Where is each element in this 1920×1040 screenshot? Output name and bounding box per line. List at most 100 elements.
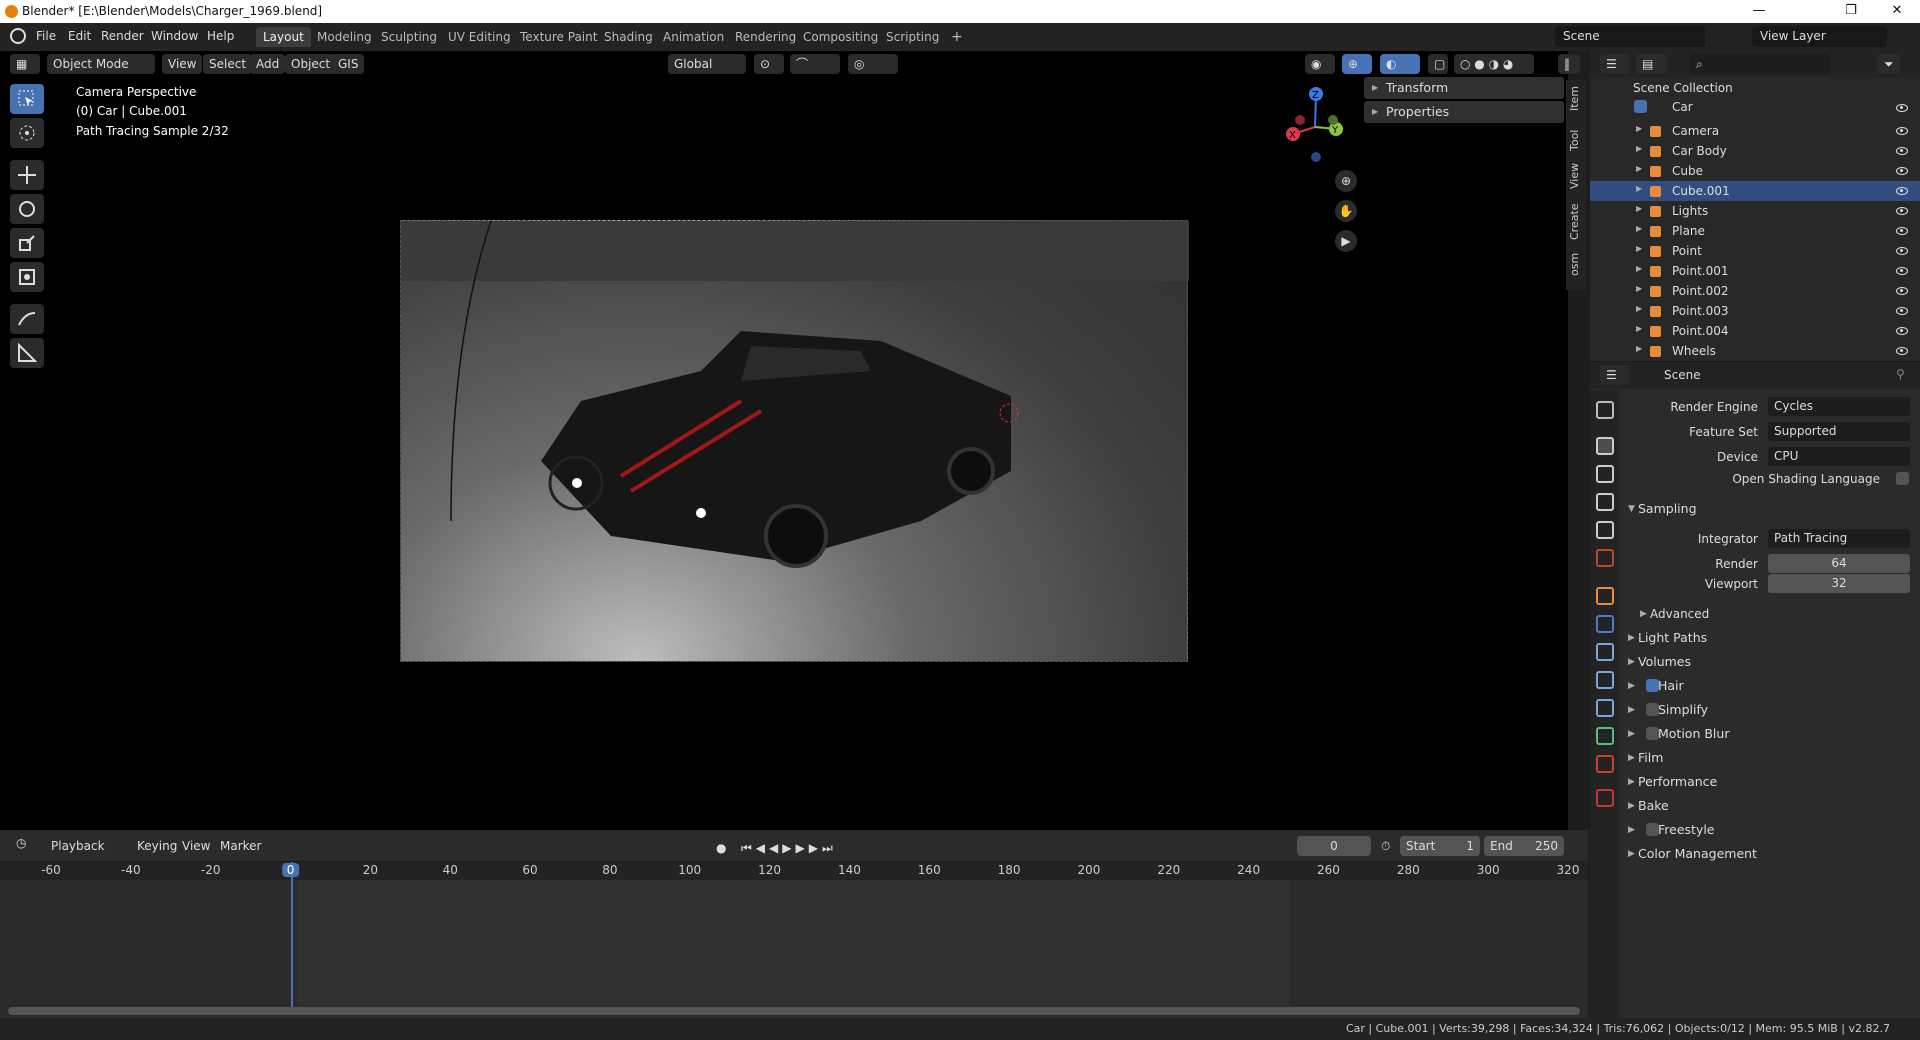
visibility-eye-icon[interactable] — [1896, 327, 1908, 335]
viewport-menu-object[interactable]: Object — [285, 54, 337, 74]
view-layer-tab-icon[interactable] — [1596, 493, 1614, 511]
expand-arrow-icon[interactable]: ▶ — [1636, 124, 1642, 133]
expand-arrow-icon[interactable]: ▶ — [1636, 204, 1642, 213]
expand-arrow-icon[interactable]: ▶ — [1636, 284, 1642, 293]
filter-icon[interactable]: ⏷ — [1878, 54, 1900, 74]
section-enable-checkbox[interactable] — [1646, 679, 1659, 692]
overlay-toggle-button[interactable]: ◐ — [1380, 54, 1420, 74]
osl-checkbox[interactable] — [1896, 472, 1909, 485]
expand-arrow-icon[interactable]: ▶ — [1636, 304, 1642, 313]
expand-arrow-icon[interactable]: ▶ — [1636, 164, 1642, 173]
section-film[interactable]: ▶ Film — [1628, 747, 1916, 769]
playback-controls[interactable]: ⏮◀◀▶▶▶⏭ — [735, 838, 855, 858]
blender-menu-icon[interactable] — [10, 28, 26, 44]
zoom-icon[interactable]: ⊕ — [1335, 170, 1357, 192]
section-light-paths[interactable]: ▶ Light Paths — [1628, 627, 1916, 649]
tab-uv-editing[interactable]: UV Editing — [441, 27, 518, 47]
car-collection-checkbox[interactable] — [1634, 100, 1647, 113]
add-workspace-button[interactable]: + — [944, 27, 970, 47]
visibility-eye-icon[interactable] — [1896, 287, 1908, 295]
expand-arrow-icon[interactable]: ▶ — [1636, 144, 1642, 153]
timeline-menu-marker[interactable]: Marker — [214, 836, 267, 856]
tab-modeling[interactable]: Modeling — [310, 27, 379, 47]
gizmo-toggle-button[interactable]: ⊕ — [1342, 54, 1372, 74]
section-advanced[interactable]: ▶ Advanced — [1640, 603, 1920, 625]
expand-arrow-icon[interactable]: ▶ — [1636, 264, 1642, 273]
sidebar-tab-create[interactable]: Create — [1568, 200, 1586, 244]
timeline-ruler[interactable] — [0, 862, 1588, 880]
viewport-menu-add[interactable]: Add — [250, 54, 286, 74]
world-tab-icon[interactable] — [1596, 549, 1614, 567]
close-button[interactable]: ✕ — [1874, 0, 1920, 23]
material-tab-icon[interactable] — [1596, 755, 1614, 773]
properties-editor-type[interactable]: ☰ — [1600, 365, 1630, 385]
tab-rendering[interactable]: Rendering — [728, 27, 803, 47]
end-frame-field[interactable]: End 250 — [1484, 836, 1564, 856]
visibility-eye-icon[interactable] — [1896, 104, 1908, 112]
tab-animation[interactable]: Animation — [656, 27, 731, 47]
start-frame-field[interactable]: Start 1 — [1400, 836, 1480, 856]
section-performance[interactable]: ▶ Performance — [1628, 771, 1916, 793]
proportional-edit-button[interactable]: ◎ — [848, 54, 898, 74]
xray-button[interactable]: ▢ — [1428, 54, 1448, 74]
transform-orientation-selector[interactable]: Global — [668, 54, 746, 74]
current-frame-field[interactable]: 0 — [1297, 836, 1371, 856]
pin-icon[interactable]: ⚲ — [1896, 367, 1905, 381]
view-layer-selector[interactable]: View Layer — [1752, 26, 1887, 47]
scene-selector[interactable]: Scene — [1555, 26, 1705, 47]
rotate-tool[interactable] — [10, 194, 44, 224]
expand-arrow-icon[interactable]: ▶ — [1636, 224, 1642, 233]
render-tab-icon[interactable] — [1596, 437, 1614, 455]
snap-button[interactable]: ⌒ — [790, 54, 840, 74]
pivot-point-button[interactable]: ⊙ — [754, 54, 784, 74]
pan-hand-icon[interactable]: ✋ — [1335, 200, 1357, 222]
viewport-menu-select[interactable]: Select — [203, 54, 253, 74]
sidebar-tab-item[interactable]: Item — [1568, 82, 1586, 114]
select-box-tool[interactable] — [10, 84, 44, 114]
timeline-scrollbar[interactable] — [8, 1007, 1580, 1015]
cursor-tool[interactable] — [10, 118, 44, 148]
tab-layout[interactable]: Layout — [256, 27, 311, 47]
sidebar-tab-tool[interactable]: Tool — [1568, 124, 1586, 156]
transform-tool[interactable] — [10, 262, 44, 292]
visibility-button[interactable]: ◉ — [1305, 54, 1335, 74]
section-hair[interactable]: ▶ Hair — [1628, 675, 1916, 697]
section-sampling[interactable]: ▼ Sampling — [1628, 498, 1916, 520]
expand-arrow-icon[interactable]: ▶ — [1636, 244, 1642, 253]
sidebar-tab-view[interactable]: View — [1568, 160, 1586, 192]
menu-render[interactable]: Render — [101, 29, 144, 43]
viewport-menu-view[interactable]: View — [162, 54, 203, 74]
visibility-eye-icon[interactable] — [1896, 247, 1908, 255]
section-bake[interactable]: ▶ Bake — [1628, 795, 1916, 817]
auto-keying-button[interactable]: ● — [710, 838, 730, 858]
texture-tab-icon[interactable] — [1596, 789, 1614, 807]
visibility-eye-icon[interactable] — [1896, 347, 1908, 355]
visibility-eye-icon[interactable] — [1896, 187, 1908, 195]
shading-mode-buttons[interactable]: ○ ● ◑ ◕ — [1454, 54, 1534, 74]
section-enable-checkbox[interactable] — [1646, 823, 1659, 836]
editor-type-button[interactable]: ▦ — [10, 54, 40, 74]
viewport-samples-field[interactable]: 32 — [1768, 574, 1910, 593]
menu-edit[interactable]: Edit — [68, 29, 91, 43]
section-color-management[interactable]: ▶ Color Management — [1628, 843, 1916, 865]
expand-arrow-icon[interactable]: ▶ — [1636, 344, 1642, 353]
integrator-select[interactable]: Path Tracing — [1768, 529, 1910, 548]
panel-transform[interactable]: ▶ Transform — [1364, 77, 1564, 99]
scene-collection-label[interactable]: Scene Collection — [1633, 81, 1733, 95]
menu-help[interactable]: Help — [207, 29, 234, 43]
visibility-eye-icon[interactable] — [1896, 207, 1908, 215]
visibility-eye-icon[interactable] — [1896, 307, 1908, 315]
tab-sculpting[interactable]: Sculpting — [374, 27, 444, 47]
render-samples-field[interactable]: 64 — [1768, 554, 1910, 573]
visibility-eye-icon[interactable] — [1896, 227, 1908, 235]
visibility-eye-icon[interactable] — [1896, 127, 1908, 135]
particles-tab-icon[interactable] — [1596, 643, 1614, 661]
outliner-search-input[interactable]: ⌕ — [1690, 54, 1830, 74]
feature-set-select[interactable]: Supported — [1768, 422, 1910, 441]
viewport-menu-gis[interactable]: GIS — [332, 54, 365, 74]
navigation-gizmo[interactable]: Z X Y — [1278, 82, 1348, 172]
modifier-tab-icon[interactable] — [1596, 615, 1614, 633]
physics-tab-icon[interactable] — [1596, 671, 1614, 689]
preview-range-icon[interactable]: ⏱ — [1375, 836, 1397, 856]
scene-tab-icon[interactable] — [1596, 521, 1614, 539]
